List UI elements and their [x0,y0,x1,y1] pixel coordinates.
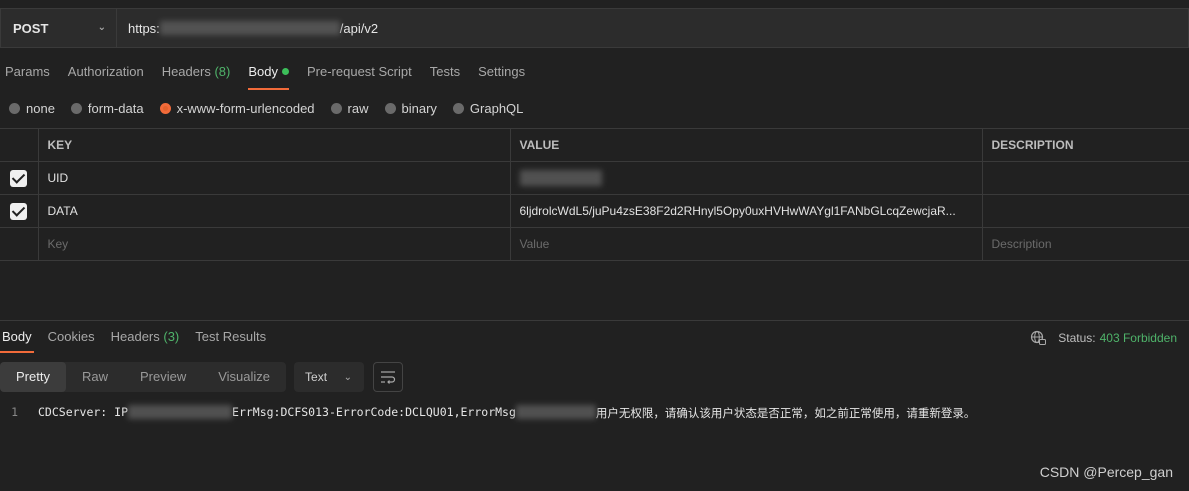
url-suffix: /api/v2 [339,20,379,36]
key-cell[interactable]: DATA [37,194,511,228]
tab-label: Tests [429,64,461,79]
body-indicator-dot [281,68,289,75]
response-body-line: 1 CDCServer: IP ErrMsg:DCFS013-ErrorCode… [0,405,975,421]
row-enable-cell [0,227,39,261]
format-select[interactable]: Text ⌄ [294,362,365,392]
url-prefix: https: [128,20,160,36]
row-enable-cell [0,161,39,195]
method-label: POST [13,20,49,36]
headers-count: (8) [214,64,231,79]
redacted-host [159,21,340,35]
radio-none[interactable]: none [9,101,55,116]
response-status: Status: 403 Forbidden [1030,330,1177,346]
network-globe-icon[interactable] [1030,330,1047,346]
row-enable-cell [0,194,39,228]
radio-circle [452,102,464,114]
request-url-bar: POST ⌄ https: /api/v2 [0,8,1189,48]
view-raw-button[interactable]: Raw [66,362,124,392]
tab-headers[interactable]: Headers (8) [157,56,236,88]
method-select[interactable]: POST ⌄ [0,8,116,48]
request-tabs: Params Authorization Headers (8) Body Pr… [0,56,538,90]
radio-raw[interactable]: raw [330,100,369,116]
tab-label: Settings [478,64,526,79]
description-cell[interactable] [981,161,1189,195]
view-visualize-button[interactable]: Visualize [202,362,286,392]
view-preview-button[interactable]: Preview [124,362,202,392]
radio-circle [70,102,82,114]
tab-label: Pre-request Script [306,64,412,79]
description-cell[interactable] [981,194,1189,228]
format-label: Text [305,370,328,384]
body-type-options: none form-data x-www-form-urlencoded raw… [9,99,539,117]
tab-authorization[interactable]: Authorization [63,56,149,88]
description-placeholder[interactable]: Description [981,227,1189,261]
status-code: 403 Forbidden [1099,331,1177,345]
radio-label: form-data [87,100,144,116]
tab-settings[interactable]: Settings [473,56,530,88]
response-tab-cookies[interactable]: Cookies [46,322,97,352]
response-text-part2: ErrMsg:DCFS013-ErrorCode:DCLQU01,ErrorMs… [232,405,516,419]
response-text-part3: 用户无权限，请确认该用户状态是否正常，如之前正常使用，请重新登录。 [595,406,976,420]
key-cell[interactable]: UID [37,161,511,195]
table-header-row: KEY VALUE DESCRIPTION [0,128,1189,162]
radio-circle-selected [159,102,171,114]
params-table: KEY VALUE DESCRIPTION UID DATA 6ljdrolcW… [0,128,1189,261]
column-header-description: DESCRIPTION [981,128,1189,162]
radio-circle [330,102,342,114]
headers-count: (3) [163,329,180,344]
radio-label: GraphQL [469,100,524,116]
tab-label: Body [248,64,278,79]
row-checkbox[interactable] [10,169,28,187]
table-row-empty: Key Value Description [0,227,1189,261]
redacted-value [519,170,602,186]
table-row: DATA 6ljdrolcWdL5/juPu4zsE38F2d2RHnyl5Op… [0,194,1189,228]
response-view-bar: Pretty Raw Preview Visualize Text ⌄ [0,362,404,394]
value-cell[interactable]: 6ljdrolcWdL5/juPu4zsE38F2d2RHnyl5Opy0uxH… [509,194,983,228]
response-divider [0,320,1189,321]
tab-body[interactable]: Body [243,56,294,90]
tab-label: Params [5,64,50,79]
row-checkbox[interactable] [10,202,28,220]
column-header-key: KEY [37,128,511,162]
tab-tests[interactable]: Tests [425,56,465,88]
view-pretty-button[interactable]: Pretty [0,362,66,392]
radio-label: binary [401,100,437,116]
radio-label: none [26,100,55,116]
line-number: 1 [11,405,18,419]
radio-circle [384,102,396,114]
url-input[interactable]: https: /api/v2 [116,8,1189,48]
radio-urlencoded[interactable]: x-www-form-urlencoded [159,100,315,116]
tab-label: Headers [161,64,211,79]
radio-graphql[interactable]: GraphQL [452,100,524,116]
value-placeholder[interactable]: Value [509,227,983,261]
radio-label: x-www-form-urlencoded [176,100,315,116]
view-mode-switch: Pretty Raw Preview Visualize [0,362,287,392]
table-row: UID [0,161,1189,195]
radio-label: raw [347,100,369,116]
watermark: CSDN @Percep_gan [1039,464,1173,480]
response-tab-body[interactable]: Body [0,322,34,353]
key-placeholder[interactable]: Key [37,227,511,261]
tab-params[interactable]: Params [0,56,55,88]
tab-label: Headers [110,329,160,344]
redacted-errormsg [515,405,596,419]
tab-pre-request-script[interactable]: Pre-request Script [302,56,417,88]
wrap-lines-icon [381,371,396,384]
radio-form-data[interactable]: form-data [70,100,144,116]
response-tab-test-results[interactable]: Test Results [193,322,268,352]
chevron-down-icon: ⌄ [343,371,353,383]
header-checkbox-col [0,128,39,162]
chevron-down-icon: ⌄ [97,22,106,33]
radio-circle [9,102,20,114]
response-text-part1: CDCServer: IP [38,405,129,419]
wrap-lines-button[interactable] [373,362,404,392]
column-header-value: VALUE [509,128,983,162]
response-tab-headers[interactable]: Headers (3) [109,322,182,352]
response-tabs: Body Cookies Headers (3) Test Results [0,322,280,354]
value-cell[interactable] [509,161,983,195]
redacted-ip [128,405,233,419]
tab-label: Authorization [67,64,144,79]
status-label: Status: [1058,331,1096,345]
radio-binary[interactable]: binary [384,100,437,116]
